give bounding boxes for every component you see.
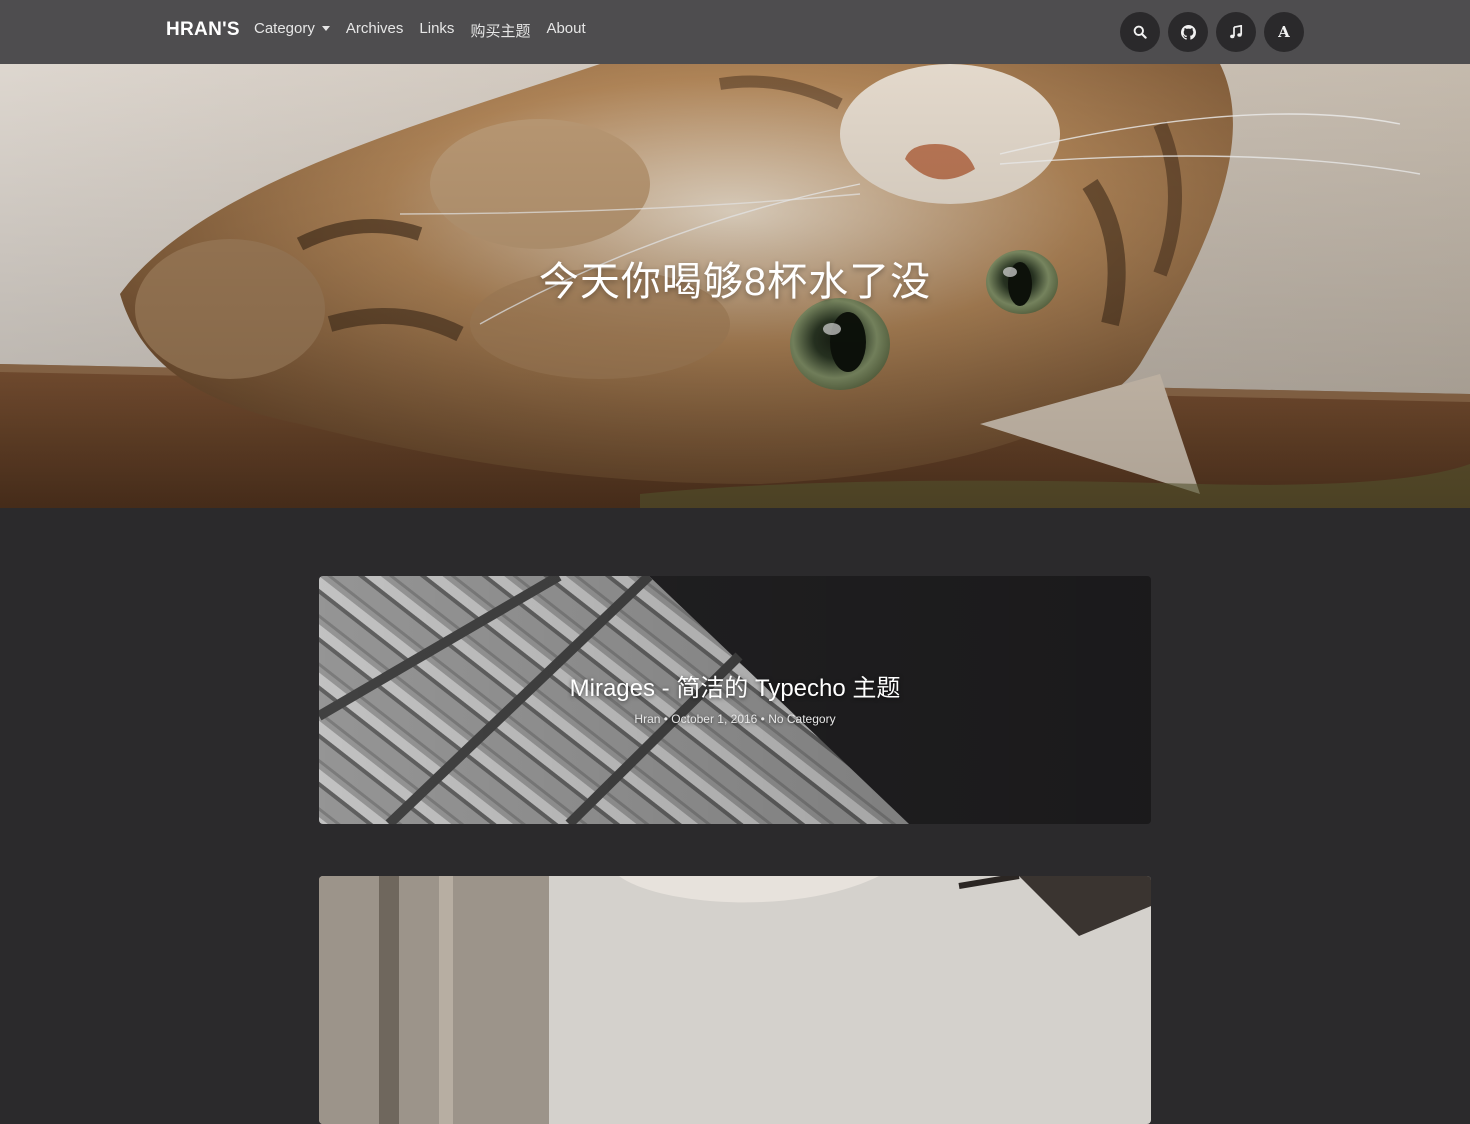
top-navbar: HRAN'S Category Archives Links 购买主题 Abou… xyxy=(0,0,1470,64)
hero-banner: 今天你喝够8杯水了没 xyxy=(0,64,1470,508)
nav-category-dropdown[interactable]: Category xyxy=(254,20,330,41)
search-button[interactable] xyxy=(1120,12,1160,52)
post-card[interactable] xyxy=(319,876,1151,1124)
github-button[interactable] xyxy=(1168,12,1208,52)
post-title[interactable]: Mirages - 简洁的 Typecho 主题 xyxy=(319,668,1151,703)
nav-category-label: Category xyxy=(254,20,315,37)
nav-archives[interactable]: Archives xyxy=(346,20,404,41)
nav-button-group: A xyxy=(1120,12,1304,52)
search-icon xyxy=(1133,25,1147,39)
music-icon xyxy=(1230,25,1243,39)
hero-title: 今天你喝够8杯水了没 xyxy=(538,260,932,304)
nav-links-page[interactable]: Links xyxy=(419,20,454,41)
post-cover-image xyxy=(319,876,1151,1124)
nav-about[interactable]: About xyxy=(546,20,585,41)
font-icon: A xyxy=(1278,23,1290,41)
nav-links: Category Archives Links 购买主题 About xyxy=(254,20,602,41)
post-meta: Hran • October 1, 2016 • No Category xyxy=(634,712,836,726)
site-brand[interactable]: HRAN'S xyxy=(166,19,240,41)
caret-down-icon xyxy=(321,25,330,31)
github-icon xyxy=(1180,24,1196,40)
nav-buy-theme[interactable]: 购买主题 xyxy=(470,20,530,41)
music-button[interactable] xyxy=(1216,12,1256,52)
post-card[interactable]: Mirages - 简洁的 Typecho 主题 Hran • October … xyxy=(319,576,1151,824)
font-toggle-button[interactable]: A xyxy=(1264,12,1304,52)
